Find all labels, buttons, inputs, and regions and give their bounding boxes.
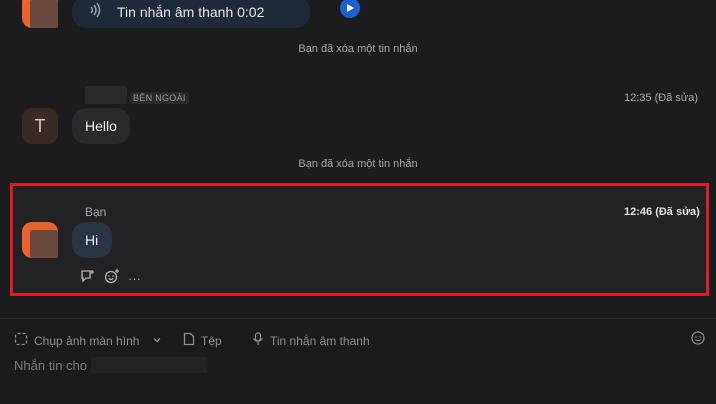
- file-label: Tệp: [201, 333, 222, 348]
- avatar-image: [30, 230, 58, 258]
- composer: Chụp ảnh màn hình Tệp Tin nhắn âm thanh …: [0, 318, 716, 404]
- screenshot-icon: [14, 332, 28, 349]
- message-bubble[interactable]: Hello: [72, 108, 130, 144]
- message-time: 12:46 (Đã sửa): [624, 206, 700, 218]
- message-time: 12:35 (Đã sửa): [624, 92, 699, 104]
- screenshot-button[interactable]: Chụp ảnh màn hình: [14, 332, 139, 349]
- input-placeholder: Nhắn tin cho: [14, 357, 87, 373]
- deleted-message-note: Bạn đã xóa một tin nhắn: [298, 43, 418, 55]
- file-button[interactable]: Tệp: [183, 332, 222, 349]
- voice-message-label: Tin nhắn âm thanh 0:02: [117, 4, 265, 20]
- message-input[interactable]: Nhắn tin cho: [14, 357, 207, 373]
- voice-message-label: Tin nhắn âm thanh: [270, 333, 370, 348]
- sender-name-blurred: [85, 86, 127, 104]
- play-icon: [347, 4, 354, 12]
- audio-wave-icon: [88, 2, 102, 21]
- sender-name: Bạn: [85, 205, 107, 219]
- microphone-icon: [252, 332, 264, 349]
- avatar-letter: T: [34, 115, 46, 136]
- voice-message[interactable]: Tin nhắn âm thanh 0:02: [72, 0, 360, 28]
- more-options-icon[interactable]: ···: [128, 271, 141, 286]
- avatar: T: [22, 108, 58, 144]
- file-icon: [183, 332, 195, 349]
- avatar-image: [30, 0, 58, 28]
- deleted-message-note: Bạn đã xóa một tin nhắn: [298, 158, 418, 170]
- message-text: Hello: [85, 118, 117, 134]
- message-text: Hi: [85, 232, 99, 248]
- emoji-icon[interactable]: [691, 331, 705, 350]
- avatar: [22, 222, 58, 258]
- play-button[interactable]: [340, 0, 360, 18]
- reply-thread-icon[interactable]: [80, 268, 96, 289]
- screenshot-label: Chụp ảnh màn hình: [34, 333, 140, 348]
- avatar: [22, 0, 58, 28]
- add-reaction-icon[interactable]: [104, 268, 120, 289]
- recipient-name-blurred: [91, 357, 207, 373]
- message-actions: ···: [80, 268, 141, 289]
- chevron-down-icon[interactable]: [152, 332, 162, 350]
- voice-message-button[interactable]: Tin nhắn âm thanh: [252, 332, 370, 349]
- message-bubble[interactable]: Hi: [72, 222, 112, 258]
- external-badge: BÊN NGOÀI: [130, 92, 189, 104]
